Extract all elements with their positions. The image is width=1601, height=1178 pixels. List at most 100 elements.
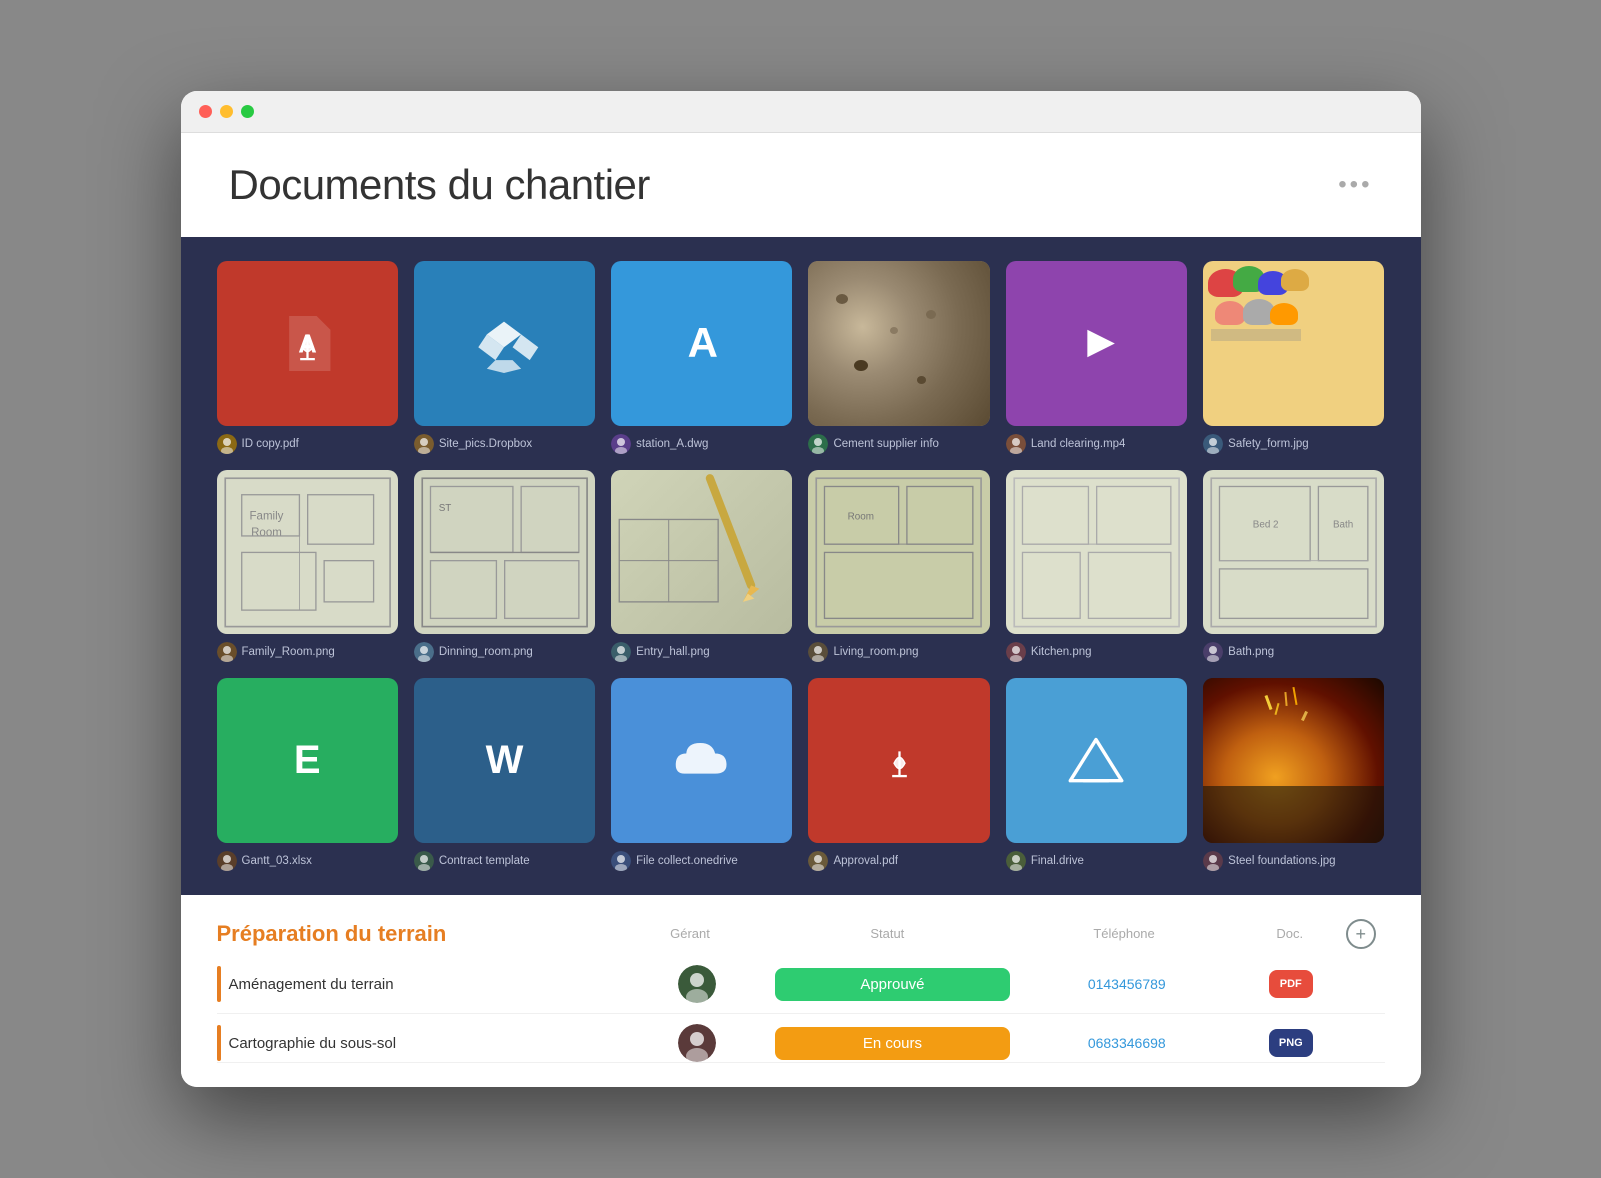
list-item[interactable]: Bed 2 Bath Bath.png xyxy=(1203,470,1384,663)
col-tel-label: Téléphone xyxy=(1093,926,1154,941)
status-badge: Approuvé xyxy=(775,968,1009,1001)
doc-badge: PDF xyxy=(1269,970,1313,998)
avatar xyxy=(678,1024,716,1062)
app-window: Documents du chantier ••• A xyxy=(181,91,1421,1088)
avatar xyxy=(808,851,828,871)
avatar xyxy=(414,851,434,871)
avatar xyxy=(1203,642,1223,662)
col-header-tel: Téléphone xyxy=(1006,925,1243,943)
file-name: Bath.png xyxy=(1228,646,1274,658)
list-item[interactable]: Cement supplier info xyxy=(808,261,989,454)
file-name: Safety_form.jpg xyxy=(1228,438,1309,450)
svg-text:Bed 2: Bed 2 xyxy=(1253,519,1279,530)
add-col-header: + xyxy=(1337,919,1384,949)
avatar xyxy=(1006,642,1026,662)
avatar xyxy=(808,642,828,662)
list-item[interactable]: File collect.onedrive xyxy=(611,678,792,871)
file-name: Gantt_03.xlsx xyxy=(242,855,312,867)
task-name: Cartographie du sous-sol xyxy=(229,1035,397,1052)
svg-text:Bath: Bath xyxy=(1333,519,1353,530)
header-section: Documents du chantier ••• xyxy=(181,133,1421,237)
avatar xyxy=(1006,851,1026,871)
col-gerant-label: Gérant xyxy=(670,926,710,941)
table-row: Aménagement du terrain Approuvé 01434567… xyxy=(217,955,1385,1014)
statut-cell: En cours xyxy=(775,1027,1009,1060)
list-item[interactable]: Entry_hall.png xyxy=(611,470,792,663)
avatar xyxy=(678,965,716,1003)
avatar xyxy=(1006,434,1026,454)
col-header-statut: Statut xyxy=(769,925,1006,943)
doc-cell[interactable]: PNG xyxy=(1244,1029,1338,1057)
svg-text:Room: Room xyxy=(848,511,874,522)
svg-text:Family: Family xyxy=(249,510,283,522)
avatar xyxy=(611,642,631,662)
table-section: Préparation du terrain Gérant Statut Tél… xyxy=(181,895,1421,1087)
avatar xyxy=(1203,434,1223,454)
avatar xyxy=(414,434,434,454)
avatar xyxy=(217,851,237,871)
section-title: Préparation du terrain xyxy=(217,921,447,946)
list-item[interactable]: Kitchen.png xyxy=(1006,470,1187,663)
file-name: ID copy.pdf xyxy=(242,438,299,450)
task-cell: Cartographie du sous-sol xyxy=(217,1025,620,1061)
doc-badge: PNG xyxy=(1269,1029,1313,1057)
file-name: Land clearing.mp4 xyxy=(1031,438,1126,450)
avatar xyxy=(611,851,631,871)
list-item[interactable]: A ID copy.pdf xyxy=(217,261,398,454)
list-item[interactable]: E Gantt_03.xlsx xyxy=(217,678,398,871)
avatar xyxy=(808,434,828,454)
doc-cell[interactable]: PDF xyxy=(1244,970,1338,998)
gerant-cell xyxy=(619,965,775,1003)
minimize-button[interactable] xyxy=(220,105,233,118)
list-item[interactable]: Site_pics.Dropbox xyxy=(414,261,595,454)
status-badge: En cours xyxy=(775,1027,1009,1060)
close-button[interactable] xyxy=(199,105,212,118)
phone-number[interactable]: 0683346698 xyxy=(1010,1035,1244,1051)
svg-text:ST: ST xyxy=(439,503,452,514)
file-name: Site_pics.Dropbox xyxy=(439,438,532,450)
grid-section: A ID copy.pdf xyxy=(181,237,1421,896)
file-name: Final.drive xyxy=(1031,855,1084,867)
section-title-cell: Préparation du terrain xyxy=(217,921,612,947)
task-accent-bar xyxy=(217,1025,221,1061)
task-accent-bar xyxy=(217,966,221,1002)
file-name: File collect.onedrive xyxy=(636,855,738,867)
file-name: Entry_hall.png xyxy=(636,646,710,658)
tel-cell: 0143456789 xyxy=(1010,976,1244,992)
more-options-button[interactable]: ••• xyxy=(1338,171,1372,199)
file-name: station_A.dwg xyxy=(636,438,708,450)
list-item[interactable]: Land clearing.mp4 xyxy=(1006,261,1187,454)
page-title: Documents du chantier xyxy=(229,161,650,209)
avatar xyxy=(611,434,631,454)
title-bar xyxy=(181,91,1421,133)
svg-text:Room: Room xyxy=(251,527,282,539)
add-row-button[interactable]: + xyxy=(1346,919,1376,949)
list-item[interactable]: Safety_form.jpg xyxy=(1203,261,1384,454)
file-name: Contract template xyxy=(439,855,530,867)
list-item[interactable]: Family Room Family_Room.png xyxy=(217,470,398,663)
list-item[interactable]: ST Dinning_room.png xyxy=(414,470,595,663)
avatar xyxy=(217,434,237,454)
file-name: Kitchen.png xyxy=(1031,646,1092,658)
maximize-button[interactable] xyxy=(241,105,254,118)
list-item[interactable]: Room Living_room.png xyxy=(808,470,989,663)
list-item[interactable]: Steel foundations.jpg xyxy=(1203,678,1384,871)
file-name: Family_Room.png xyxy=(242,646,335,658)
col-doc-label: Doc. xyxy=(1276,926,1303,941)
col-header-gerant: Gérant xyxy=(611,925,769,943)
avatar xyxy=(217,642,237,662)
list-item[interactable]: Approval.pdf xyxy=(808,678,989,871)
tel-cell: 0683346698 xyxy=(1010,1035,1244,1051)
list-item[interactable]: Final.drive xyxy=(1006,678,1187,871)
task-cell: Aménagement du terrain xyxy=(217,966,620,1002)
list-item[interactable]: A station_A.dwg xyxy=(611,261,792,454)
table-row: Cartographie du sous-sol En cours 068334… xyxy=(217,1014,1385,1063)
avatar xyxy=(1203,851,1223,871)
file-name: Approval.pdf xyxy=(833,855,898,867)
file-name: Cement supplier info xyxy=(833,438,938,450)
avatar xyxy=(414,642,434,662)
file-grid: A ID copy.pdf xyxy=(217,261,1385,872)
phone-number[interactable]: 0143456789 xyxy=(1010,976,1244,992)
col-header-doc: Doc. xyxy=(1242,925,1337,943)
list-item[interactable]: W Contract template xyxy=(414,678,595,871)
